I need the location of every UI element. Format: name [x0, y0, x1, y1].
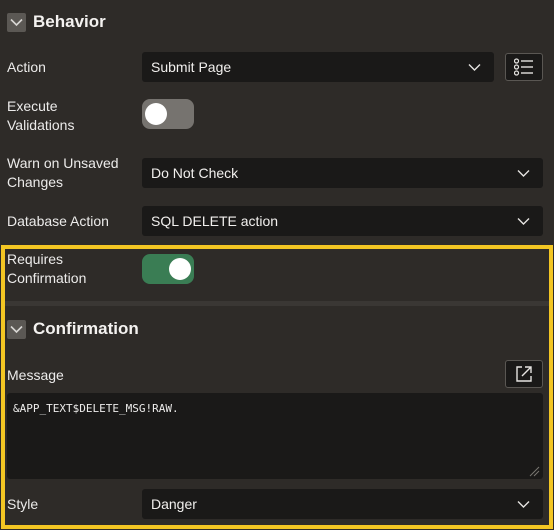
action-select[interactable]: Submit Page: [142, 52, 494, 82]
behavior-collapse-button[interactable]: [7, 12, 26, 32]
database-action-select[interactable]: SQL DELETE action: [142, 206, 543, 236]
requires-confirmation-toggle[interactable]: [142, 254, 194, 284]
style-value: Danger: [151, 496, 197, 512]
warn-unsaved-value: Do Not Check: [151, 165, 239, 181]
warn-unsaved-select[interactable]: Do Not Check: [142, 158, 543, 188]
style-label: Style: [7, 496, 39, 512]
chevron-down-icon: [517, 501, 530, 508]
execute-validations-label: Execute Validations: [7, 98, 75, 133]
toggle-knob: [145, 103, 167, 125]
confirmation-section-header: Confirmation: [0, 309, 554, 349]
expand-icon: [516, 366, 532, 382]
resize-grip-icon[interactable]: [528, 465, 540, 477]
list-icon: [514, 58, 533, 76]
message-expand-button[interactable]: [505, 360, 543, 388]
message-label: Message: [7, 367, 64, 383]
confirmation-collapse-button[interactable]: [7, 319, 26, 339]
chevron-down-icon: [517, 170, 530, 177]
chevron-down-icon: [517, 218, 530, 225]
database-action-label: Database Action: [7, 213, 109, 229]
action-value: Submit Page: [151, 59, 232, 75]
style-select[interactable]: Danger: [142, 489, 543, 519]
confirmation-section-title: Confirmation: [33, 319, 139, 338]
execute-validations-toggle[interactable]: [142, 99, 194, 129]
chevron-down-icon: [10, 325, 23, 333]
action-list-button[interactable]: [505, 53, 543, 81]
section-divider: [5, 301, 549, 306]
requires-confirmation-label: Requires Confirmation: [7, 251, 87, 286]
database-action-value: SQL DELETE action: [151, 213, 279, 229]
behavior-section-header: Behavior: [0, 2, 554, 42]
chevron-down-icon: [10, 18, 23, 26]
warn-unsaved-label: Warn on Unsaved Changes: [7, 155, 119, 190]
action-label: Action: [7, 59, 46, 75]
toggle-knob: [169, 258, 191, 280]
message-textarea[interactable]: &APP_TEXT$DELETE_MSG!RAW.: [7, 393, 543, 479]
behavior-section-title: Behavior: [33, 12, 106, 31]
chevron-down-icon: [468, 64, 481, 71]
